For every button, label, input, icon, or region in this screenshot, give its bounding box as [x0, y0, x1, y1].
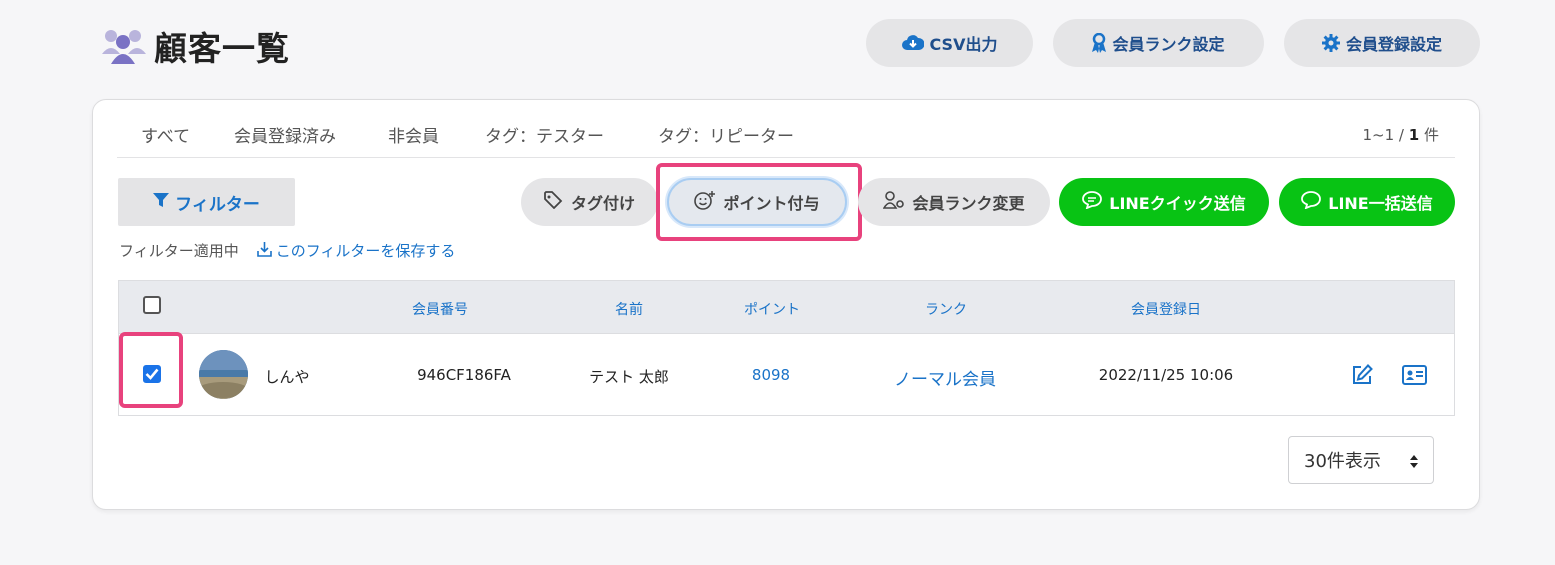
- change-rank-label: 会員ランク変更: [912, 194, 1025, 213]
- page-header: 顧客一覧: [102, 22, 290, 70]
- smile-plus-icon: [694, 190, 716, 214]
- tab-tag-tester[interactable]: タグ：テスター: [485, 122, 604, 147]
- member-rank-settings-button[interactable]: 会員ランク設定: [1053, 19, 1264, 67]
- grant-points-button[interactable]: ポイント付与: [667, 178, 847, 226]
- tab-non-member[interactable]: 非会員: [388, 122, 439, 147]
- header-member-no[interactable]: 会員番号: [412, 299, 468, 319]
- line-bulk-send-button[interactable]: LINE一括送信: [1279, 178, 1455, 226]
- row-points[interactable]: 8098: [752, 366, 790, 384]
- member-registration-settings-button[interactable]: 会員登録設定: [1284, 19, 1480, 67]
- chat-icon: [1082, 191, 1103, 213]
- sort-arrows-icon: [1409, 453, 1419, 474]
- row-nickname: しんや: [264, 368, 310, 386]
- member-registration-settings-label: 会員登録設定: [1345, 35, 1442, 54]
- member-rank-settings-label: 会員ランク設定: [1112, 35, 1225, 54]
- filter-label: フィルター: [175, 194, 260, 215]
- grant-points-label: ポイント付与: [723, 194, 820, 213]
- chat-bubble-icon: [1301, 191, 1322, 213]
- table-row[interactable]: しんや 946CF186FA テスト 太郎 8098 ノーマル会員 2022/1…: [119, 332, 1454, 415]
- row-rank[interactable]: ノーマル会員: [894, 365, 996, 390]
- tab-all[interactable]: すべて: [141, 122, 190, 147]
- gear-icon: [1321, 34, 1340, 52]
- filter-applied-text: フィルター適用中: [119, 242, 239, 260]
- row-name: テスト 太郎: [589, 368, 669, 386]
- download-icon: [256, 241, 272, 261]
- row-checkbox[interactable]: [143, 365, 161, 383]
- tag-button[interactable]: タグ付け: [521, 178, 658, 226]
- header-rank[interactable]: ランク: [925, 299, 967, 319]
- table-header: 会員番号 名前 ポイント ランク 会員登録日: [119, 281, 1454, 334]
- save-filter-label: このフィルターを保存する: [275, 242, 456, 260]
- customer-table: 会員番号 名前 ポイント ランク 会員登録日 しんや 946CF186FA テス…: [118, 280, 1455, 416]
- page-size-value: 30件表示: [1304, 451, 1381, 472]
- filter-tabs: すべて 会員登録済み 非会員 タグ：テスター タグ：リピーター 1~1 / 1 …: [117, 100, 1455, 158]
- select-all-checkbox[interactable]: [143, 296, 161, 314]
- customer-list-card: すべて 会員登録済み 非会員 タグ：テスター タグ：リピーター 1~1 / 1 …: [92, 99, 1480, 510]
- tab-registered[interactable]: 会員登録済み: [234, 122, 336, 147]
- save-filter-link[interactable]: このフィルターを保存する: [256, 240, 456, 261]
- header-points[interactable]: ポイント: [744, 299, 800, 319]
- line-quick-send-label: LINEクイック送信: [1109, 194, 1246, 213]
- tag-label: タグ付け: [570, 194, 635, 213]
- user-gear-icon: [883, 191, 905, 213]
- header-name[interactable]: 名前: [615, 299, 643, 319]
- tag-icon: [544, 191, 564, 213]
- line-bulk-send-label: LINE一括送信: [1328, 194, 1433, 213]
- change-rank-button[interactable]: 会員ランク変更: [858, 178, 1050, 226]
- filter-button[interactable]: フィルター: [118, 178, 295, 226]
- tab-tag-repeater[interactable]: タグ：リピーター: [658, 122, 794, 147]
- csv-export-label: CSV出力: [929, 35, 998, 54]
- row-member-no: 946CF186FA: [417, 366, 511, 384]
- member-card-icon[interactable]: [1402, 365, 1427, 389]
- page-size-select[interactable]: 30件表示: [1288, 436, 1434, 484]
- row-registered-date: 2022/11/25 10:06: [1098, 366, 1234, 384]
- avatar: [199, 350, 248, 399]
- cloud-download-icon: [901, 35, 924, 51]
- users-icon: [102, 28, 146, 64]
- funnel-icon: [153, 192, 170, 213]
- page-title: 顧客一覧: [154, 29, 290, 68]
- edit-icon[interactable]: [1351, 364, 1373, 390]
- filter-status: フィルター適用中 このフィルターを保存する: [119, 240, 455, 261]
- result-count: 1~1 / 1 件: [1362, 126, 1440, 144]
- csv-export-button[interactable]: CSV出力: [866, 19, 1033, 67]
- header-registered-date[interactable]: 会員登録日: [1131, 299, 1201, 319]
- line-quick-send-button[interactable]: LINEクイック送信: [1059, 178, 1269, 226]
- ribbon-icon: [1092, 33, 1107, 53]
